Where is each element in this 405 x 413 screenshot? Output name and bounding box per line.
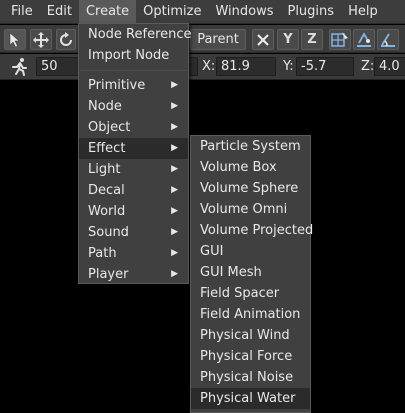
menu-item-volume-sphere[interactable]: Volume Sphere [191, 178, 310, 199]
menu-item-node-reference[interactable]: Node Reference [79, 24, 192, 45]
submenu-arrow-icon: ▶ [171, 269, 178, 279]
menu-item-particle-system[interactable]: Particle System [191, 136, 310, 157]
menu-item-sound[interactable]: Sound ▶ [79, 222, 188, 243]
submenu-arrow-icon: ▶ [171, 143, 178, 153]
create-menu: Node Reference Import Node Primitive ▶ No… [78, 23, 192, 285]
menu-item-field-spacer[interactable]: Field Spacer [191, 283, 310, 304]
menu-windows[interactable]: Windows [208, 0, 280, 24]
cursor-arrow-icon [9, 31, 20, 47]
menu-item-import-node[interactable]: Import Node [79, 45, 188, 66]
menu-item-volume-projected[interactable]: Volume Projected [191, 220, 313, 241]
submenu-arrow-icon: ▶ [171, 101, 178, 111]
x-coord-field[interactable]: 81.9 [216, 57, 276, 76]
angle-snap-button[interactable] [377, 29, 399, 50]
transform-toolbar: 50 X: 81.9 Y: -5.7 Z: 4.0 [0, 54, 405, 80]
menu-item-physical-force[interactable]: Physical Force [191, 346, 310, 367]
main-toolbar: Parent Y Z [0, 25, 405, 53]
submenu-arrow-icon: ▶ [171, 164, 178, 174]
menu-item-physical-noise[interactable]: Physical Noise [191, 367, 310, 388]
menu-item-gui-mesh[interactable]: GUI Mesh [191, 262, 310, 283]
surface-snap-icon [357, 31, 371, 47]
submenu-arrow-icon: ▶ [171, 185, 178, 195]
menu-optimize[interactable]: Optimize [136, 0, 208, 24]
menu-item-primitive[interactable]: Primitive ▶ [79, 75, 188, 96]
rotate-tool-button[interactable] [56, 29, 76, 50]
submenu-arrow-icon: ▶ [171, 122, 178, 132]
menu-item-object[interactable]: Object ▶ [79, 117, 188, 138]
submenu-arrow-icon: ▶ [171, 248, 178, 258]
menu-bar: File Edit Create Optimize Windows Plugin… [0, 0, 405, 24]
submenu-arrow-icon: ▶ [171, 80, 178, 90]
menu-item-physical-wind[interactable]: Physical Wind [191, 325, 310, 346]
select-tool-button[interactable] [4, 29, 26, 50]
grid-snap-icon [331, 31, 348, 47]
menu-file[interactable]: File [4, 0, 40, 24]
axis-x-button[interactable] [252, 29, 274, 50]
angle-snap-icon [381, 33, 395, 47]
y-coord-field[interactable]: -5.7 [296, 57, 354, 76]
axis-z-button[interactable]: Z [301, 29, 323, 50]
menu-item-physical-water[interactable]: Physical Water [191, 388, 310, 409]
surface-snap-button[interactable] [353, 29, 375, 50]
move-arrows-icon [33, 31, 49, 48]
menu-item-player[interactable]: Player ▶ [79, 264, 188, 285]
menu-create[interactable]: Create [78, 0, 137, 24]
menu-item-gui[interactable]: GUI [191, 241, 310, 262]
menu-item-world[interactable]: World ▶ [79, 201, 188, 222]
grid-snap-button[interactable] [329, 29, 351, 50]
menu-item-volume-omni[interactable]: Volume Omni [191, 199, 310, 220]
rotate-icon [60, 31, 72, 46]
z-coord-label: Z: [361, 59, 375, 74]
x-axis-icon [257, 33, 269, 46]
z-coord-field[interactable]: 4.0 [374, 57, 405, 76]
parent-button[interactable]: Parent [190, 29, 246, 50]
running-man-icon[interactable] [10, 57, 30, 81]
submenu-arrow-icon: ▶ [171, 227, 178, 237]
menu-item-effect[interactable]: Effect ▶ [79, 138, 188, 159]
axis-y-button[interactable]: Y [277, 29, 299, 50]
menu-item-light[interactable]: Light ▶ [79, 159, 188, 180]
menu-item-node[interactable]: Node ▶ [79, 96, 188, 117]
menu-edit[interactable]: Edit [40, 0, 79, 24]
menu-plugins[interactable]: Plugins [280, 0, 341, 24]
menu-help[interactable]: Help [341, 0, 385, 24]
y-coord-label: Y: [283, 59, 294, 74]
menu-item-decal[interactable]: Decal ▶ [79, 180, 188, 201]
menu-item-field-animation[interactable]: Field Animation [191, 304, 310, 325]
menu-item-path[interactable]: Path ▶ [79, 243, 188, 264]
effect-submenu: Particle System Volume Box Volume Sphere… [190, 135, 313, 413]
menu-separator [80, 70, 187, 71]
x-coord-label: X: [202, 59, 216, 74]
menu-item-volume-box[interactable]: Volume Box [191, 157, 310, 178]
move-tool-button[interactable] [30, 29, 52, 50]
submenu-arrow-icon: ▶ [171, 206, 178, 216]
